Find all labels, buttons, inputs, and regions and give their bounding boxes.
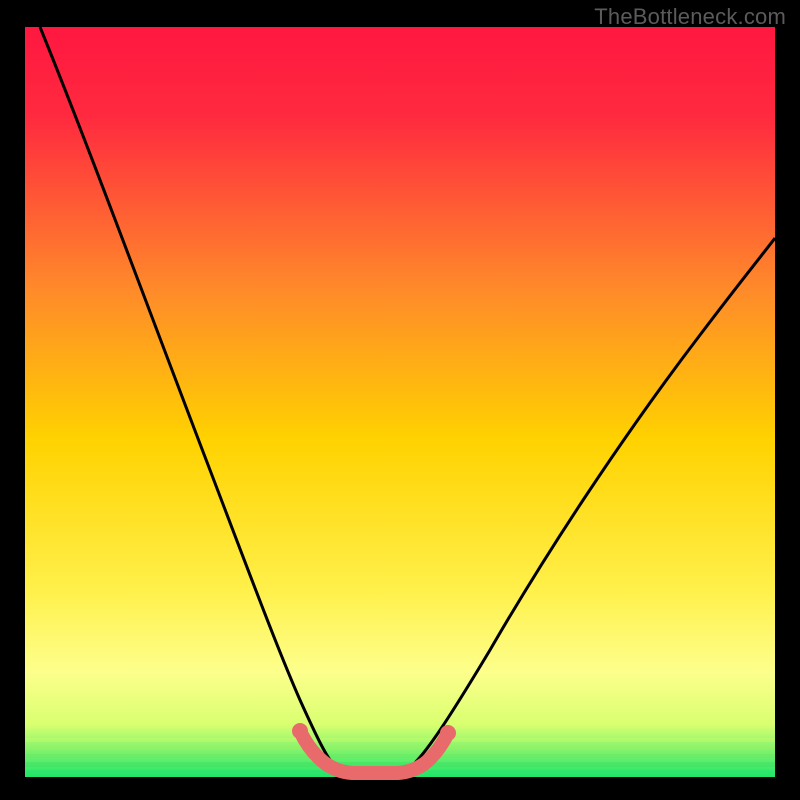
bottleneck-chart [0,0,800,800]
chart-frame: TheBottleneck.com [0,0,800,800]
watermark-text: TheBottleneck.com [594,4,786,30]
highlight-dot-left [292,723,308,739]
plot-area [25,27,775,777]
highlight-dot-right [440,725,456,741]
